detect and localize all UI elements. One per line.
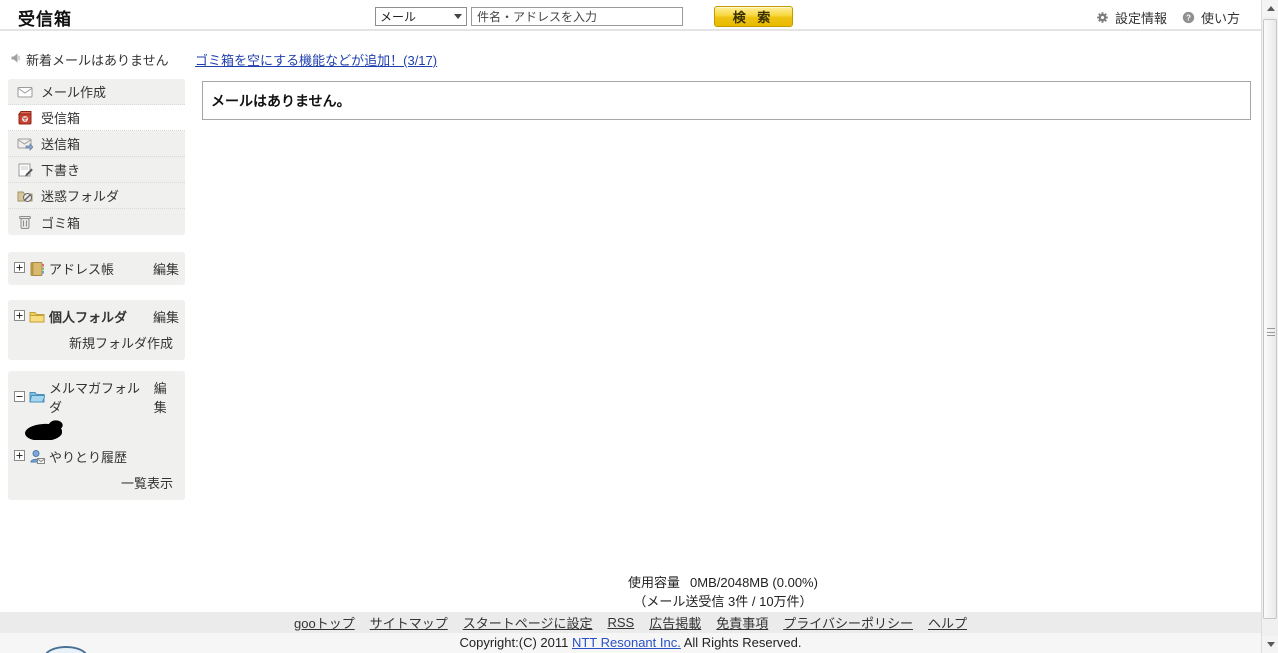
usage-info: 使用容量 0MB/2048MB (0.00%) （メール送受信 3件 / 10万件… [195,573,1251,611]
sidebar-item-outbox[interactable]: 送信箱 [8,131,185,157]
vertical-scrollbar[interactable] [1261,0,1278,653]
personal-folder-icon [29,309,45,325]
usage-line2: （メール送受信 3件 / 10万件） [633,594,813,609]
spam-folder-icon [17,188,33,204]
footer-link-ads[interactable]: 広告掲載 [649,613,701,632]
triangle-down-icon [1266,642,1275,647]
footer-link-help[interactable]: ヘルプ [928,613,967,632]
address-book-icon [29,261,45,277]
copyright-suffix: All Rights Reserved. [680,635,802,650]
ntt-resonant-link[interactable]: NTT Resonant Inc. [572,635,681,650]
expand-plus-icon[interactable] [14,449,25,464]
search-scope-select[interactable]: メール [375,7,467,26]
sidebar-item-drafts[interactable]: 下書き [8,157,185,183]
sidebar-item-history[interactable]: やりとり履歴 [49,447,127,466]
announcement-link[interactable]: ゴミ箱を空にする機能などが追加！(3/17) [195,50,437,69]
mail-folders-panel: メール作成 受信箱 送信箱 下書き 迷惑フォルダ ゴミ箱 [8,79,185,235]
new-mail-notice-text: 新着メールはありません [26,53,169,68]
sidebar-item-label: 受信箱 [41,111,81,126]
sidebar-item-inbox[interactable]: 受信箱 [8,105,185,131]
expand-plus-icon[interactable] [14,309,25,324]
history-person-icon [29,449,45,465]
trash-icon [17,214,33,230]
mail-list-empty-box: メールはありません。 [202,81,1251,120]
scroll-down-button[interactable] [1262,636,1278,653]
address-book-panel: アドレス帳 編集 [8,252,185,285]
footer-link-rss[interactable]: RSS [607,615,634,630]
address-book-edit-link[interactable]: 編集 [153,259,179,278]
page-title: 受信箱 [18,10,72,29]
settings-link[interactable]: 設定情報 [1095,8,1167,27]
mailmag-folder-icon [29,389,45,405]
svg-text:?: ? [1187,14,1192,23]
mailmag-folder-edit-link[interactable]: 編集 [154,378,179,416]
history-list-link[interactable]: 一覧表示 [121,473,173,492]
sidebar-item-label: 送信箱 [41,137,81,152]
copyright-line: Copyright:(C) 2011 NTT Resonant Inc. All… [0,633,1261,653]
header-links: 設定情報 ? 使い方 [1095,8,1240,27]
search-scope-value: メール [380,10,417,24]
sidebar-item-mail-compose[interactable]: メール作成 [8,79,185,105]
sidebar-item-personal-folder[interactable]: 個人フォルダ [49,307,127,326]
sidebar-item-address-book[interactable]: アドレス帳 [49,259,114,278]
footer-link-sitemap[interactable]: サイトマップ [370,613,448,632]
collapse-minus-icon[interactable] [14,390,25,405]
chevron-down-icon [454,14,462,19]
speaker-icon [10,52,22,67]
sidebar-item-label: 下書き [41,163,81,178]
draft-icon [17,162,33,178]
mail-compose-icon [17,84,33,100]
webmail-page: 受信箱 メール 検 索 設定情報 ? 使い方 新着メールはありません [0,0,1278,653]
search-input[interactable] [471,7,683,26]
inbox-icon [17,110,33,126]
question-icon: ? [1181,10,1197,26]
sidebar-item-label: メール作成 [41,85,107,100]
scrollbar-grip-icon [1267,328,1275,336]
gear-icon [1095,10,1111,26]
help-label: 使い方 [1200,11,1240,26]
sidebar-item-mailmag-folder[interactable]: メルマガフォルダ [49,378,150,416]
mailmag-folder-panel: メルマガフォルダ 編集 [8,371,185,447]
search-button[interactable]: 検 索 [714,6,793,27]
settings-label: 設定情報 [1114,11,1167,26]
footer-link-disclaimer[interactable]: 免責事項 [716,613,768,632]
sidebar-item-trash[interactable]: ゴミ箱 [8,209,185,235]
footer-link-startpage[interactable]: スタートページに設定 [463,613,593,632]
triangle-up-icon [1266,6,1275,11]
personal-folder-panel: 個人フォルダ 編集 新規フォルダ作成 [8,300,185,360]
new-folder-link[interactable]: 新規フォルダ作成 [69,333,173,352]
expand-plus-icon[interactable] [14,261,25,276]
sidebar-item-label: 迷惑フォルダ [41,189,120,204]
history-panel: やりとり履歴 一覧表示 [8,440,185,500]
scrollbar-thumb[interactable] [1263,19,1277,619]
footer-links-bar: gooトップ サイトマップ スタートページに設定 RSS 広告掲載 免責事項 プ… [0,612,1261,633]
help-link[interactable]: ? 使い方 [1181,8,1240,27]
scroll-up-button[interactable] [1262,0,1278,17]
copyright-prefix: Copyright:(C) 2011 [459,635,572,650]
footer-link-privacy[interactable]: プライバシーポリシー [783,613,913,632]
sidebar-item-label: ゴミ箱 [41,215,81,231]
usage-line1: 使用容量 0MB/2048MB (0.00%) [628,575,818,590]
new-mail-notice: 新着メールはありません [10,50,169,69]
footer-link-goo-top[interactable]: gooトップ [294,613,355,632]
outbox-icon [17,136,33,152]
personal-folder-edit-link[interactable]: 編集 [153,307,179,326]
sidebar-item-spam[interactable]: 迷惑フォルダ [8,183,185,209]
empty-message: メールはありません。 [211,92,351,109]
